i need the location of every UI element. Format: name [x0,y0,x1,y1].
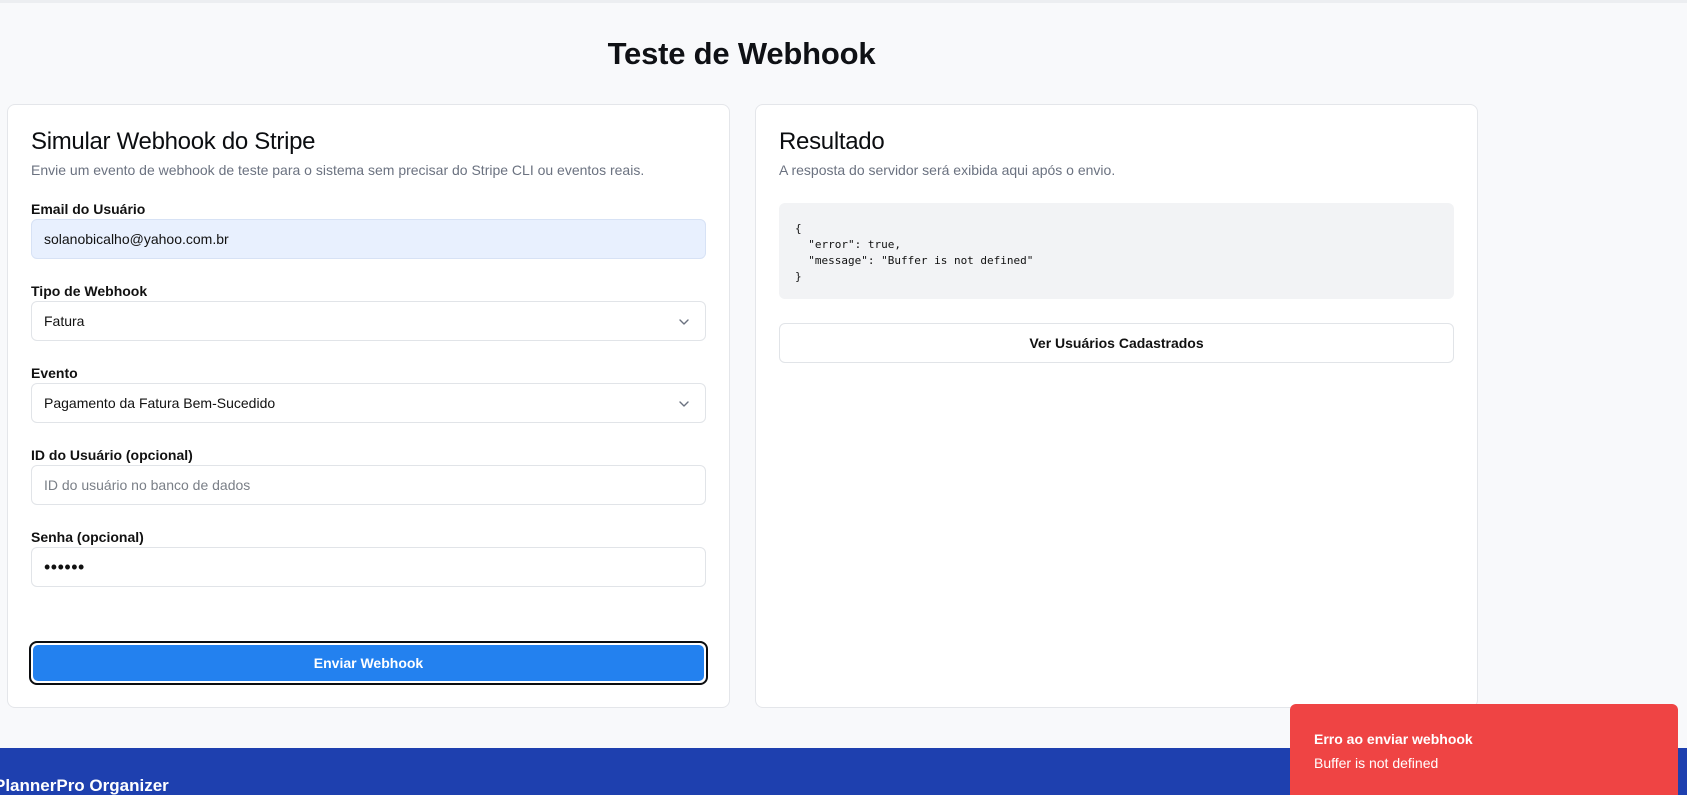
toast-title: Erro ao enviar webhook [1314,731,1473,747]
user-id-placeholder: ID do usuário no banco de dados [44,477,251,493]
result-title: Resultado [779,128,885,155]
webhook-form-card: Simular Webhook do Stripe Envie um event… [7,104,730,708]
email-label: Email do Usuário [31,201,146,217]
toast-message: Buffer is not defined [1314,755,1439,771]
webhook-type-label: Tipo de Webhook [31,283,148,299]
password-input[interactable]: •••••• [31,547,706,587]
event-value: Pagamento da Fatura Bem-Sucedido [44,395,276,411]
top-border [0,0,1687,3]
user-id-label: ID do Usuário (opcional) [31,447,193,463]
password-label: Senha (opcional) [31,529,144,545]
event-label: Evento [31,365,78,381]
footer-brand: PlannerPro Organizer [0,776,169,795]
view-users-button[interactable]: Ver Usuários Cadastrados [779,323,1454,363]
password-masked-value: •••••• [44,557,85,577]
send-webhook-button[interactable]: Enviar Webhook [29,641,708,685]
email-field[interactable]: solanobicalho@yahoo.com.br [31,219,706,259]
result-description: A resposta do servidor será exibida aqui… [779,162,1116,178]
send-webhook-label: Enviar Webhook [33,645,704,681]
error-toast[interactable]: Erro ao enviar webhook Buffer is not def… [1290,704,1678,795]
webhook-type-select[interactable]: Fatura [31,301,706,341]
webhook-type-value: Fatura [44,313,85,329]
result-card: Resultado A resposta do servidor será ex… [755,104,1478,708]
page-title: Teste de Webhook [607,36,876,71]
email-value: solanobicalho@yahoo.com.br [44,231,229,247]
form-description: Envie um evento de webhook de teste para… [31,162,645,178]
chevron-down-icon [679,401,689,407]
chevron-down-icon [679,319,689,325]
event-select[interactable]: Pagamento da Fatura Bem-Sucedido [31,383,706,423]
response-json: { "error": true, "message": "Buffer is n… [779,203,1454,299]
user-id-input[interactable]: ID do usuário no banco de dados [31,465,706,505]
form-title: Simular Webhook do Stripe [31,128,316,155]
